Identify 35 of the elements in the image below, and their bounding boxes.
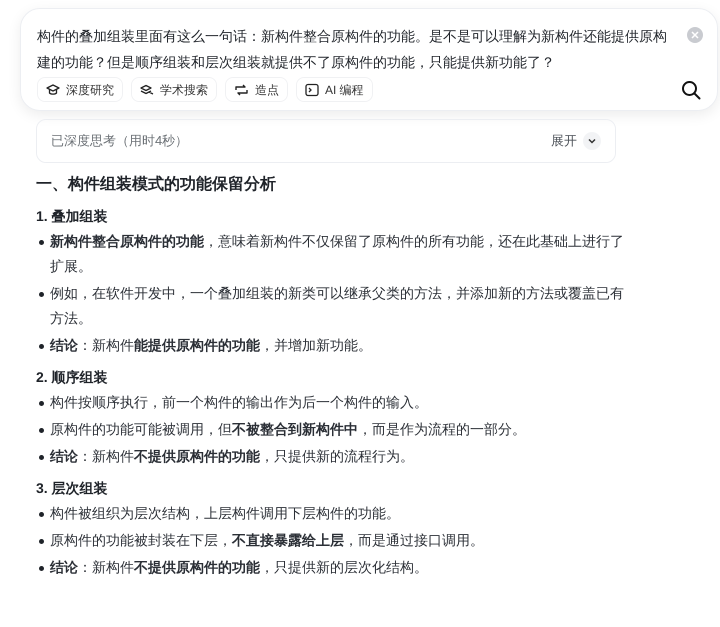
tool-chip[interactable]: 深度研究 xyxy=(37,77,123,102)
section-title: 2. 顺序组装 xyxy=(36,368,109,387)
bullet-icon xyxy=(39,455,44,460)
query-text[interactable]: 构件的叠加组装里面有这么一句话：新构件整合原构件的功能。是不是可以理解为新构件还能提供原构建的功能？但是顺序组装和层次组装就提供不了原构件的功能，只能提供新功能了？ xyxy=(37,23,675,75)
bullet-text: 新构件整合原构件的功能，意味着新构件不仅保留了原构件的所有功能，还在此基础上进行了扩展。 xyxy=(50,232,625,276)
bullet-text: 结论：新构件不提供原构件的功能，只提供新的层次化结构。 xyxy=(50,558,428,577)
bullet-icon xyxy=(39,292,44,297)
section-title: 1. 叠加组装 xyxy=(36,207,109,226)
expand-toggle[interactable]: 展开 xyxy=(551,131,601,151)
bullet-text: 构件被组织为层次结构，上层构件调用下层构件的功能。 xyxy=(50,504,400,523)
loop-arrows-icon xyxy=(234,82,249,96)
bullet-icon xyxy=(39,240,44,245)
tool-chip[interactable]: 学术搜索 xyxy=(131,77,217,102)
bullet-text: 结论：新构件能提供原构件的功能，并增加新功能。 xyxy=(50,336,372,355)
tool-chip[interactable]: AI 编程 xyxy=(296,77,373,102)
close-icon xyxy=(691,31,699,39)
bullet-icon xyxy=(39,539,44,544)
answer-heading: 一、构件组装模式的功能保留分析 xyxy=(36,174,277,195)
bullet-text: 例如，在软件开发中，一个叠加组装的新类可以继承父类的方法，并添加新的方法或覆盖已有方法。 xyxy=(50,284,625,328)
bullet-icon xyxy=(39,401,44,406)
bullet-text: 原构件的功能被封装在下层，不直接暴露给上层，而是通过接口调用。 xyxy=(50,531,484,550)
search-icon[interactable] xyxy=(681,80,701,100)
bullet-text: 构件按顺序执行，前一个构件的输出作为后一个构件的输入。 xyxy=(50,393,428,412)
bullet-text: 结论：新构件不提供原构件的功能，只提供新的流程行为。 xyxy=(50,447,414,466)
terminal-icon xyxy=(305,82,319,96)
bullet-icon xyxy=(39,428,44,433)
bullet-icon xyxy=(39,566,44,571)
bullet-icon xyxy=(39,512,44,517)
bullet-text: 原构件的功能可能被调用，但不被整合到新构件中，而是作为流程的一部分。 xyxy=(50,420,526,439)
stacked-layers-icon xyxy=(140,82,154,96)
bullet-icon xyxy=(39,344,44,349)
graduation-cap-icon xyxy=(46,82,60,96)
tool-chip[interactable]: 造点 xyxy=(225,77,288,102)
thinking-status: 已深度思考（用时4秒） xyxy=(51,132,188,150)
section-title: 3. 层次组装 xyxy=(36,479,109,498)
